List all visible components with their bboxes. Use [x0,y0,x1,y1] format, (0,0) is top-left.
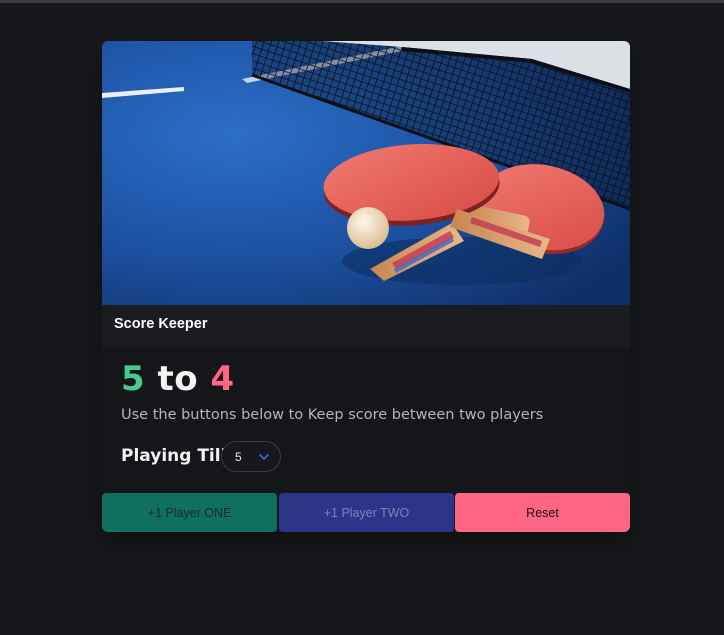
player-one-score: 5 [121,359,146,399]
chevron-down-icon [259,454,269,460]
player-two-score: 4 [210,359,235,399]
score-display: 5 to 4 [121,362,235,396]
score-separator: to [157,359,199,399]
player-one-button[interactable]: +1 Player ONE [102,493,277,532]
playing-till-label: Playing Till [121,446,227,466]
subtitle: Use the buttons below to Keep score betw… [121,407,544,423]
playing-till-select[interactable]: 5 [221,441,281,472]
playing-till-value: 5 [235,450,242,464]
card-title: Score Keeper [114,316,208,332]
hero-image [102,41,630,305]
player-two-button[interactable]: +1 Player TWO [279,493,454,532]
score-keeper-card: Score Keeper 5 to 4 Use the buttons belo… [102,41,630,532]
reset-button[interactable]: Reset [455,493,630,532]
window-top-rule [0,0,724,3]
card-header: Score Keeper [102,305,630,347]
